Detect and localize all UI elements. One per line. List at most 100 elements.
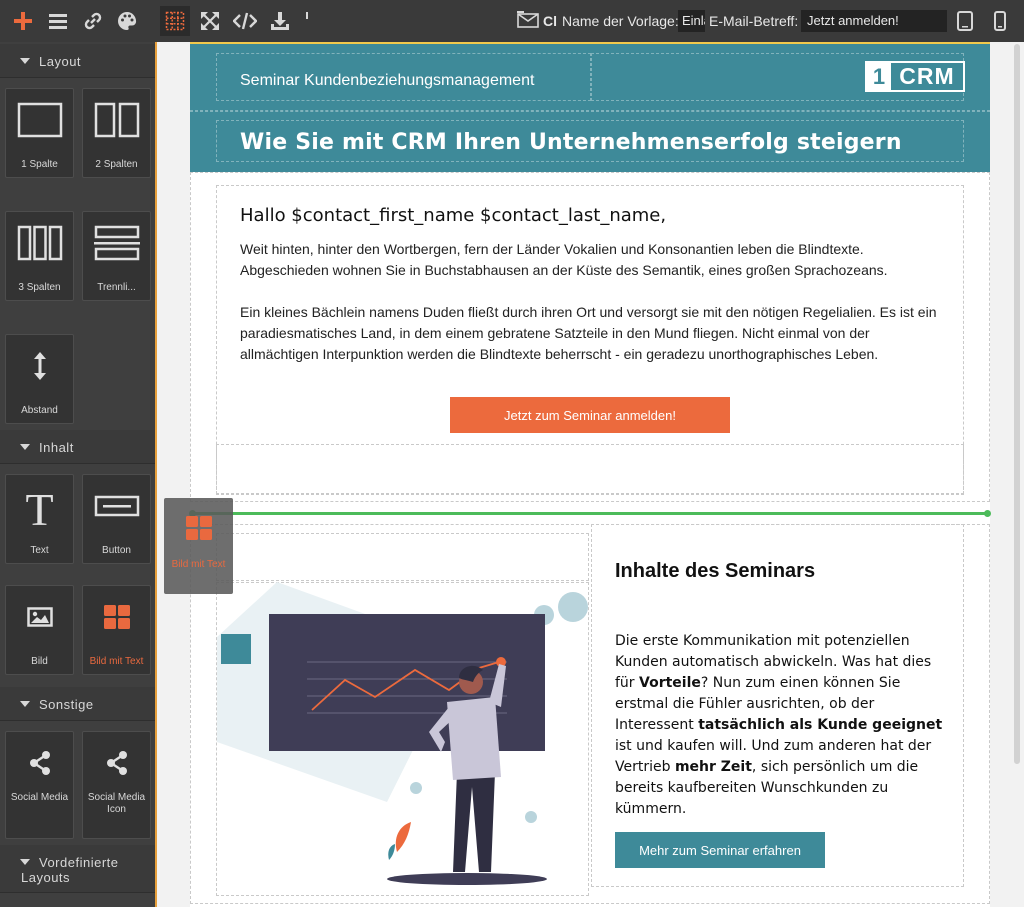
download-icon	[271, 12, 289, 30]
bold-run: mehr Zeit	[674, 759, 752, 775]
body-paragraph-1[interactable]: Weit hinten, hinter den Wortbergen, fern…	[240, 239, 940, 281]
drop-indicator	[189, 510, 991, 517]
link-icon	[84, 12, 102, 30]
block-label: Button	[102, 545, 131, 556]
plant-leaf	[395, 822, 411, 852]
fullscreen-button[interactable]	[195, 6, 225, 36]
plant-leaf	[388, 844, 395, 860]
section-label: Vordefinierte Layouts	[21, 855, 119, 885]
headline[interactable]: Wie Sie mit CRM Ihren Unternehmenserfolg…	[240, 130, 902, 155]
email-subject-label: E-Mail-Betreff:	[709, 13, 799, 29]
block-label: 2 Spalten	[95, 159, 138, 170]
desktop-icon	[957, 11, 973, 31]
section-header-sonstige[interactable]: Sonstige	[0, 687, 155, 721]
block-label: Abstand	[21, 405, 58, 416]
grid-icon	[165, 11, 185, 31]
canvas-scrollbar[interactable]	[1014, 44, 1020, 764]
block-label: Trennli...	[97, 282, 136, 293]
floor-shadow	[387, 873, 547, 885]
email-preview: Seminar Kundenbeziehungsmanagement 1 CRM…	[189, 42, 991, 907]
bubble	[558, 592, 588, 622]
section-label: Inhalt	[39, 440, 74, 455]
section-header-vordefinierte-layouts[interactable]: Vordefinierte Layouts	[0, 845, 155, 893]
block-bild-mit-text[interactable]: Bild mit Text	[82, 585, 151, 675]
image-text-icon	[103, 605, 130, 629]
share-icon	[106, 751, 127, 775]
block-label: Text	[30, 545, 49, 556]
divider-icon	[93, 225, 140, 261]
section-header-inhalt[interactable]: Inhalt	[0, 430, 155, 464]
teal-square	[221, 634, 251, 664]
block-trennlinie[interactable]: Trennli...	[82, 211, 151, 301]
block-2-spalten[interactable]: 2 Spalten	[82, 88, 151, 178]
bold-run: tatsächlich als Kunde geeignet	[698, 717, 943, 733]
block-social-media-icon[interactable]: Social Media Icon	[82, 731, 151, 839]
presentation-illustration[interactable]	[217, 582, 588, 895]
block-label: 3 Spalten	[18, 282, 61, 293]
blocks-panel: Layout 1 Spalte 2 Spalten 3 Spalten Tren…	[0, 42, 155, 907]
section-text[interactable]: Die erste Kommunikation mit potenziellen…	[615, 631, 945, 820]
crm-logo: 1 CRM	[865, 61, 965, 92]
caret-down-icon	[20, 444, 30, 450]
more-info-button[interactable]: Mehr zum Seminar erfahren	[615, 832, 825, 868]
block-label: 1 Spalte	[21, 159, 58, 170]
template-name-input[interactable]: Einla	[678, 10, 705, 32]
block-button[interactable]: Button	[82, 474, 151, 564]
section-label: Layout	[39, 54, 82, 69]
add-block-button[interactable]	[8, 6, 38, 36]
desktop-view-button[interactable]	[950, 6, 980, 36]
image-cell-top[interactable]	[216, 533, 589, 581]
button-icon	[94, 495, 139, 517]
logo-number: 1	[867, 63, 891, 90]
editor-canvas: Seminar Kundenbeziehungsmanagement 1 CRM…	[157, 42, 1024, 907]
code-icon	[233, 12, 257, 30]
bold-run: Vorteile	[639, 675, 701, 691]
block-text[interactable]: T Text	[5, 474, 74, 564]
selection-line	[190, 42, 990, 44]
email-subject-input[interactable]: Jetzt anmelden!	[801, 10, 947, 32]
theme-button[interactable]	[112, 6, 142, 36]
mobile-view-button[interactable]	[985, 6, 1015, 36]
image-icon	[26, 607, 53, 627]
share-icon	[29, 751, 50, 775]
block-label: Bild mit Text	[89, 656, 144, 667]
one-column-icon	[17, 102, 62, 138]
section-header-layout[interactable]: Layout	[0, 44, 155, 78]
seminar-title[interactable]: Seminar Kundenbeziehungsmanagement	[240, 72, 534, 90]
code-view-button[interactable]	[230, 6, 260, 36]
dragged-block-bild-mit-text[interactable]: Bild mit Text	[164, 498, 233, 594]
show-borders-button[interactable]	[160, 6, 190, 36]
block-abstand[interactable]: Abstand	[5, 334, 74, 424]
block-1-spalte[interactable]: 1 Spalte	[5, 88, 74, 178]
bubble	[525, 811, 537, 823]
block-social-media[interactable]: Social Media	[5, 731, 74, 839]
mobile-icon	[994, 11, 1006, 31]
bubble	[410, 782, 422, 794]
block-label: Social Media	[10, 792, 69, 803]
template-name-label: Name der Vorlage:	[562, 13, 679, 29]
email-header[interactable]: Seminar Kundenbeziehungsmanagement 1 CRM…	[190, 42, 990, 172]
register-button[interactable]: Jetzt zum Seminar anmelden!	[450, 397, 730, 433]
body-paragraph-2[interactable]: Ein kleines Bächlein namens Duden fließt…	[240, 302, 940, 365]
menu-button[interactable]	[43, 6, 73, 36]
link-button[interactable]	[78, 6, 108, 36]
block-3-spalten[interactable]: 3 Spalten	[5, 211, 74, 301]
ghost-label: Bild mit Text	[171, 559, 226, 570]
toolbar-separator	[306, 12, 308, 19]
envelope-text: Cl	[543, 13, 557, 29]
section-label: Sonstige	[39, 697, 94, 712]
section-title[interactable]: Inhalte des Seminars	[615, 560, 815, 583]
greeting[interactable]: Hallo $contact_first_name $contact_last_…	[240, 205, 666, 226]
three-columns-icon	[17, 225, 62, 261]
caret-down-icon	[20, 701, 30, 707]
plus-icon	[14, 12, 32, 30]
envelope-icon	[517, 11, 541, 34]
download-button[interactable]	[265, 6, 295, 36]
block-bild[interactable]: Bild	[5, 585, 74, 675]
block-label: Bild	[31, 656, 48, 667]
empty-cell[interactable]	[216, 444, 964, 494]
top-toolbar: Cl Name der Vorlage: Einla E-Mail-Betref…	[0, 0, 1024, 42]
logo-text: CRM	[899, 63, 955, 89]
block-label: Social Media Icon	[87, 792, 146, 815]
text-icon: T	[25, 484, 54, 535]
